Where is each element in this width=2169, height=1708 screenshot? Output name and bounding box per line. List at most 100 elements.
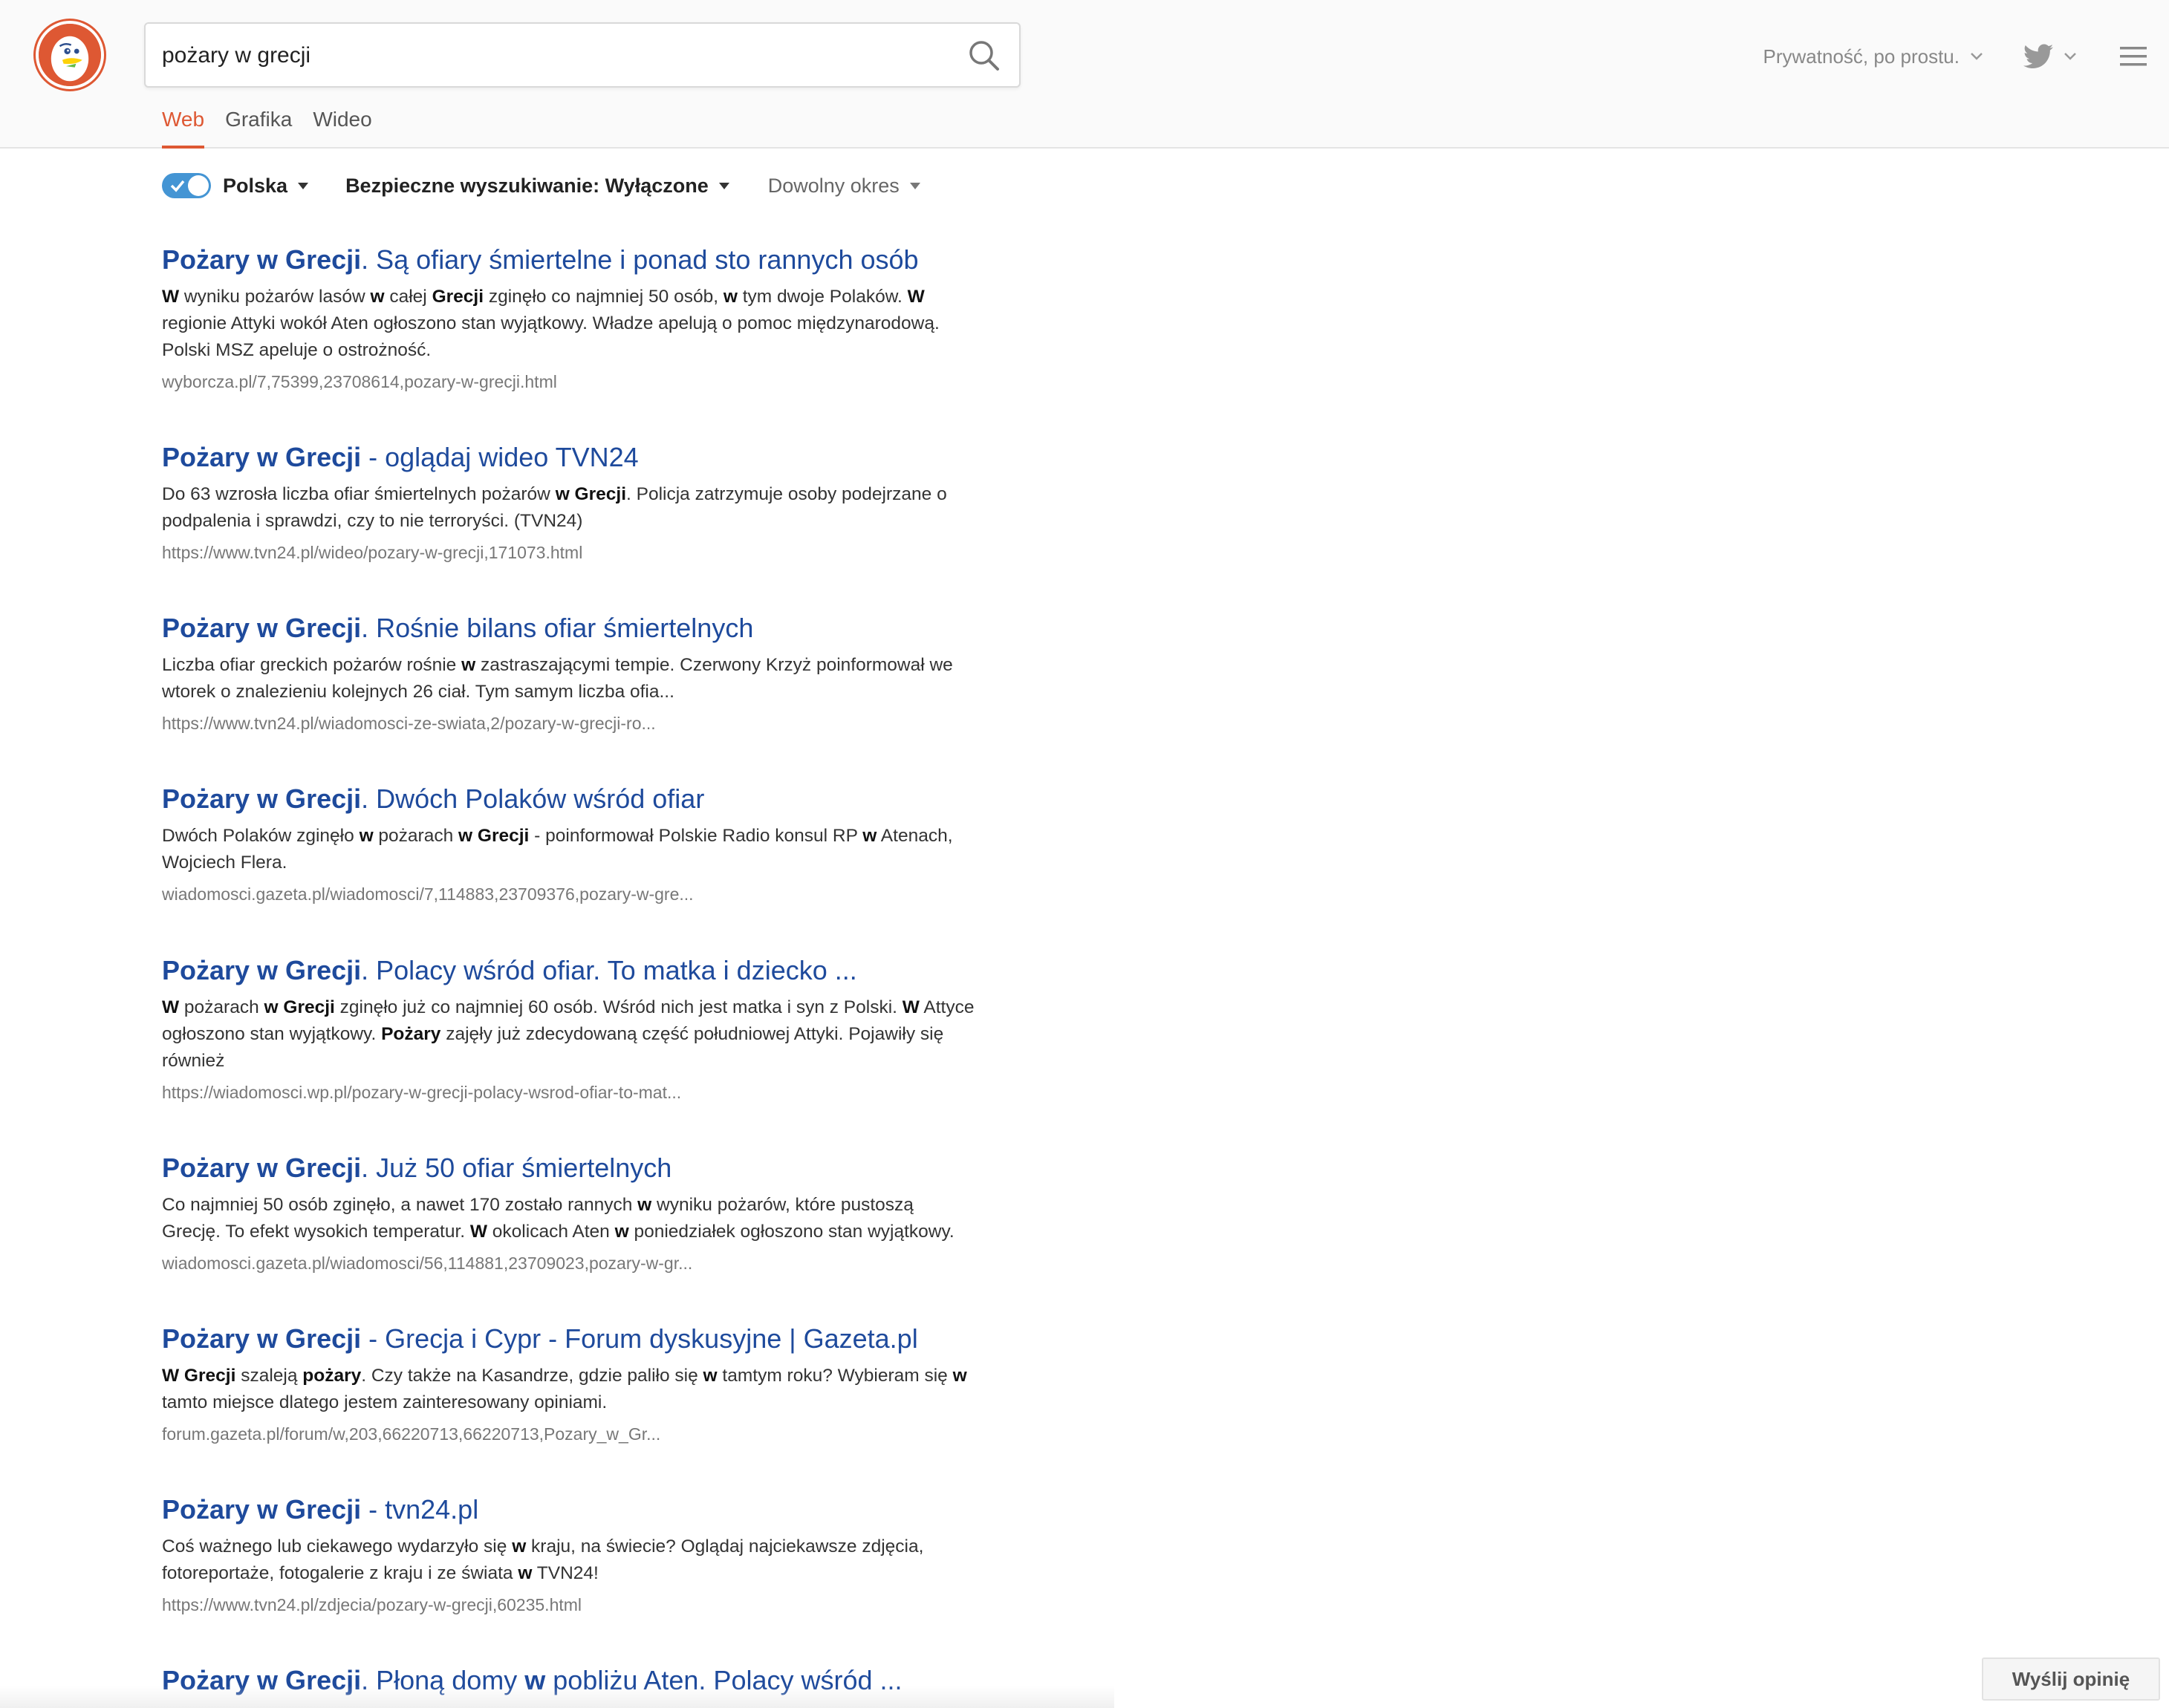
snippet-line: Dwóch Polaków zginęło w pożarach w Grecj… [162,823,1024,850]
snippet-line: podpalenia i sprawdzi, czy to nie terror… [162,508,1024,535]
result-snippet: Liczba ofiar greckich pożarów rośnie w z… [162,652,1024,705]
search-result: Pożary w Grecji - tvn24.pl Coś ważnego lu… [162,1486,1024,1620]
search-icon[interactable] [966,37,1003,74]
snippet-text: szaleją [235,1366,303,1386]
result-title-highlight: Pożary w Grecji [162,955,362,985]
result-title-link[interactable]: Pożary w Grecji. Już 50 ofiar śmiertelny… [162,1144,1024,1192]
snippet-text: Attyce [919,997,975,1017]
snippet-line: Polski MSZ apeluje o ostrożność. [162,337,1024,364]
tab-images[interactable]: Grafika [225,104,292,149]
snippet-text: również [162,1051,225,1071]
snippet-highlight: Pożary [381,1024,441,1044]
chevron-down-icon [2064,53,2076,60]
snippet-highlight: w [512,1536,527,1557]
snippet-text: wyniku pożarów, które pustoszą [651,1195,914,1215]
snippet-highlight: pożary [302,1366,362,1386]
snippet-highlight: w [614,1222,629,1242]
result-url[interactable]: forum.gazeta.pl/forum/w,203,66220713,662… [162,1419,1024,1449]
duckduckgo-logo[interactable] [36,21,104,89]
result-title-link[interactable]: Pożary w Grecji. Polacy wśród ofiar. To … [162,947,1024,994]
feedback-button[interactable]: Wyślij opinię [1982,1658,2160,1701]
snippet-line: Coś ważnego lub ciekawego wydarzyło się … [162,1533,1024,1560]
result-url[interactable]: wiadomosci.gazeta.pl/wiadomosci/7,114883… [162,879,1024,909]
result-title-text: - oglądaj wideo TVN24 [361,442,639,472]
search-result: Pożary w Grecji. Są ofiary śmiertelne i … [162,236,1024,397]
snippet-line: ogłoszono stan wyjątkowy. Pożary zajęły … [162,1021,1024,1048]
snippet-text: Liczba ofiar greckich pożarów rośnie [162,655,462,675]
header-right: Prywatność, po prostu. [1763,37,2169,76]
snippet-text: pożarach [373,826,459,846]
safe-search-filter[interactable]: Bezpieczne wyszukiwanie: Wyłączone [345,175,729,198]
snippet-highlight: W [469,1222,487,1242]
region-filter[interactable]: Polska [223,174,309,198]
result-snippet: Dwóch Polaków zginęło w pożarach w Grecj… [162,823,1024,876]
result-url[interactable]: https://www.tvn24.pl/wideo/pozary-w-grec… [162,538,1024,567]
snippet-text: okolicach Aten [487,1222,615,1242]
snippet-text: . Policja zatrzymuje osoby podejrzane o [626,484,947,504]
result-title-link[interactable]: Pożary w Grecji. Dwóch Polaków wśród ofi… [162,775,1024,823]
snippet-line: W pożarach w Grecji zginęło już co najmn… [162,994,1024,1021]
search-result: Pożary w Grecji. Rośnie bilans ofiar śmi… [162,604,1024,738]
time-filter[interactable]: Dowolny okres [768,175,920,198]
result-title-highlight: Pożary w Grecji [162,244,362,275]
result-snippet: Co najmniej 50 osób zginęło, a nawet 170… [162,1192,1024,1245]
result-title-link[interactable]: Pożary w Grecji. Rośnie bilans ofiar śmi… [162,604,1024,652]
result-title-text: . Są ofiary śmiertelne i ponad sto ranny… [361,244,919,275]
hamburger-menu-icon[interactable] [2120,45,2147,68]
privacy-label: Prywatność, po prostu. [1763,45,1960,68]
search-result: Pożary w Grecji. Polacy wśród ofiar. To … [162,947,1024,1107]
result-snippet: W pożarach w Grecji zginęło już co najmn… [162,994,1024,1075]
snippet-text: . Czy także na Kasandrze, gdzie paliło s… [361,1366,703,1386]
twitter-dropdown[interactable] [2023,44,2077,69]
snippet-highlight: W Grecji [162,1366,236,1386]
safe-search-label: Bezpieczne wyszukiwanie: Wyłączone [345,174,709,197]
snippet-highlight: w [370,287,385,307]
time-label: Dowolny okres [767,174,900,197]
snippet-text: zginęło już co najmniej 60 osób. Wśród n… [334,997,903,1017]
snippet-highlight: w Grecji [458,826,530,846]
result-title-text: - tvn24.pl [361,1494,479,1525]
result-url[interactable]: https://wiadomosci.wp.pl/pozary-w-grecji… [162,1078,1024,1107]
tab-web[interactable]: Web [162,104,205,149]
snippet-text: zastraszającymi tempie. Czerwony Krzyż p… [475,655,953,675]
result-title-highlight: Pożary w Grecji [162,1323,362,1354]
result-url[interactable]: https://www.tvn24.pl/zdjecia/pozary-w-gr… [162,1590,1024,1620]
result-url[interactable]: https://www.tvn24.pl/wiadomosci-ze-swiat… [162,708,1024,738]
snippet-line: Liczba ofiar greckich pożarów rośnie w z… [162,652,1024,679]
tab-videos[interactable]: Wideo [313,104,371,149]
result-title-link[interactable]: Pożary w Grecji. Są ofiary śmiertelne i … [162,236,1024,284]
snippet-text: Coś ważnego lub ciekawego wydarzyło się [162,1536,513,1557]
result-url[interactable]: wyborcza.pl/7,75399,23708614,pozary-w-gr… [162,367,1024,397]
snippet-text: Dwóch Polaków zginęło [162,826,360,846]
result-url[interactable]: wiadomosci.gazeta.pl/wiadomosci/56,11488… [162,1248,1024,1278]
snippet-line: Grecję. To efekt wysokich temperatur. W … [162,1219,1024,1245]
result-title-link[interactable]: Pożary w Grecji - tvn24.pl [162,1486,1024,1533]
result-title-highlight: Pożary w Grecji [162,1153,362,1183]
result-title-link[interactable]: Pożary w Grecji - Grecja i Cypr - Forum … [162,1315,1024,1363]
region-toggle[interactable] [162,173,211,198]
snippet-highlight: W [902,997,920,1017]
search-input[interactable] [162,36,934,76]
snippet-highlight: w [862,826,877,846]
snippet-line: Wojciech Flera. [162,850,1024,876]
snippet-text: wyniku pożarów lasów [179,287,371,307]
snippet-line: tamto miejsce dlatego jestem zainteresow… [162,1389,1024,1416]
result-snippet: Coś ważnego lub ciekawego wydarzyło się … [162,1533,1024,1587]
result-title-highlight: Pożary w Grecji [162,442,362,472]
snippet-line: wtorek o znalezieniu kolejnych 26 ciał. … [162,679,1024,705]
search-result: Pożary w Grecji - Grecja i Cypr - Forum … [162,1315,1024,1449]
result-title-text: . Już 50 ofiar śmiertelnych [361,1153,672,1183]
search-result: Pożary w Grecji - oglądaj wideo TVN24 Do … [162,434,1024,567]
result-title-highlight: Pożary w Grecji [162,1494,362,1525]
snippet-highlight: w [359,826,374,846]
snippet-text: zajęły już zdecydowaną część południowej… [440,1024,944,1044]
twitter-icon [2023,44,2053,68]
checkmark-icon [170,180,185,192]
search-filters: Polska Bezpieczne wyszukiwanie: Wyłączon… [162,171,920,201]
privacy-dropdown[interactable]: Prywatność, po prostu. [1763,45,1983,68]
snippet-highlight: W [162,287,180,307]
result-title-link[interactable]: Pożary w Grecji - oglądaj wideo TVN24 [162,434,1024,481]
result-title-text: . Rośnie bilans ofiar śmiertelnych [361,613,754,643]
snippet-line: W Grecji szaleją pożary. Czy także na Ka… [162,1363,1024,1389]
region-label: Polska [223,174,288,197]
